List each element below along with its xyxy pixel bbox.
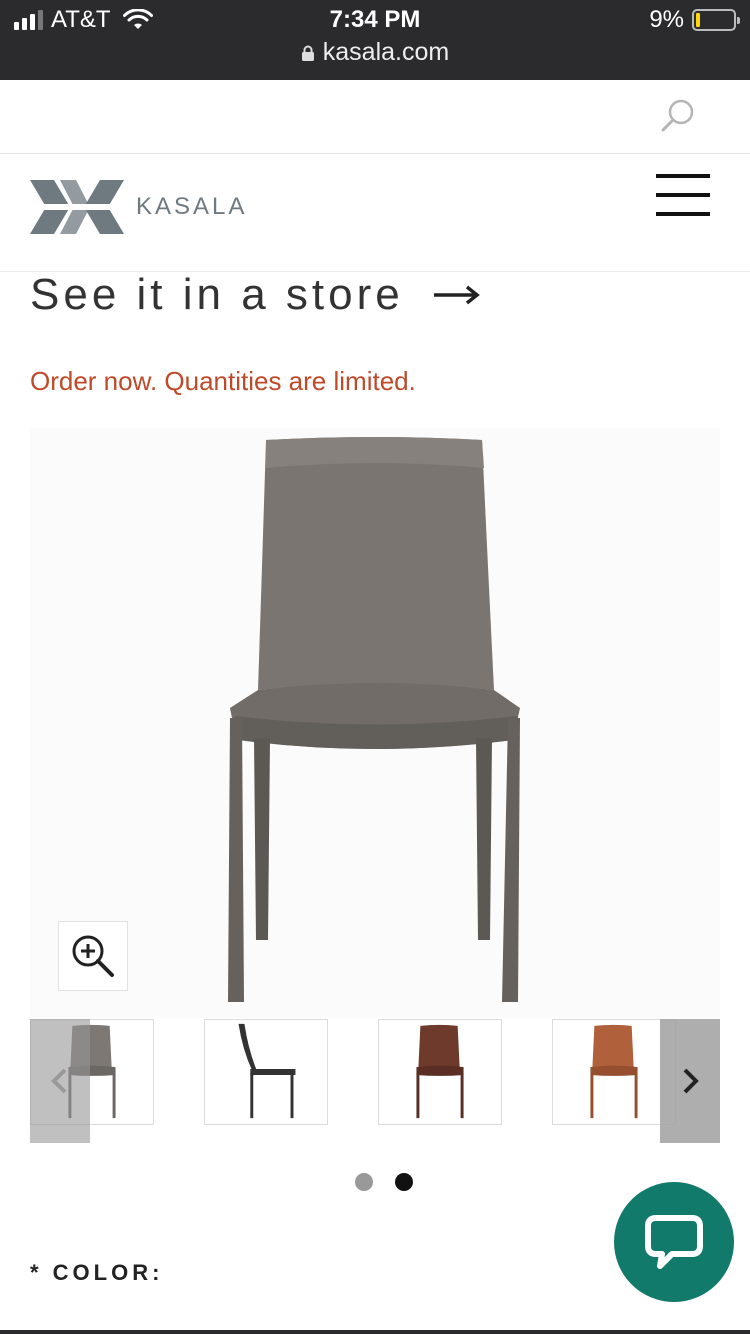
kasala-logo-mark-icon <box>30 180 124 234</box>
pagination-dot-1[interactable] <box>355 1173 373 1191</box>
cognac-chair-thumbnail-image <box>590 1024 638 1119</box>
chat-bubble-icon <box>645 1215 703 1269</box>
black-chair-thumbnail-image <box>238 1023 296 1119</box>
search-bar <box>0 80 750 154</box>
see-in-store-link[interactable]: See it in a store <box>30 270 480 320</box>
logo-text: KASALA <box>136 193 248 220</box>
thumbnail-brown-chair[interactable] <box>378 1019 502 1125</box>
kasala-logo[interactable]: KASALA <box>30 180 247 234</box>
pagination-dot-2[interactable] <box>395 1173 413 1191</box>
lock-icon <box>301 45 314 61</box>
address-bar[interactable]: kasala.com <box>0 38 750 67</box>
hamburger-menu-icon[interactable] <box>656 174 710 218</box>
brown-chair-thumbnail-image <box>416 1024 464 1119</box>
chevron-left-icon <box>51 1068 67 1094</box>
carousel-pagination <box>355 1173 413 1191</box>
battery-percent: 9% <box>649 6 684 33</box>
gray-chair-image <box>228 437 520 1002</box>
battery-icon <box>692 9 740 31</box>
zoom-in-icon <box>72 935 114 977</box>
bottom-edge <box>0 1330 750 1334</box>
carousel-next-button[interactable] <box>660 1019 720 1143</box>
limited-quantity-notice: Order now. Quantities are limited. <box>30 366 416 396</box>
thumbnail-black-chair[interactable] <box>204 1019 328 1125</box>
arrow-right-icon <box>433 285 480 305</box>
status-bar-right: 9% <box>649 6 740 34</box>
carousel-prev-button[interactable] <box>30 1019 90 1143</box>
thumbnail-carousel <box>30 1019 720 1143</box>
live-chat-button[interactable] <box>614 1182 734 1302</box>
site-header: KASALA <box>0 154 750 272</box>
product-image[interactable] <box>30 428 720 1018</box>
chevron-right-icon <box>683 1068 699 1094</box>
url-text: kasala.com <box>322 38 450 66</box>
search-icon[interactable] <box>658 96 698 136</box>
status-bar: AT&T 7:34 PM kasala.com 9% <box>0 0 750 80</box>
clock: 7:34 PM <box>329 6 421 33</box>
thumbnail-cognac-chair[interactable] <box>552 1019 676 1125</box>
color-option-label: * COLOR: <box>30 1260 164 1285</box>
see-in-store-label: See it in a store <box>30 270 404 319</box>
zoom-button[interactable] <box>58 921 128 991</box>
